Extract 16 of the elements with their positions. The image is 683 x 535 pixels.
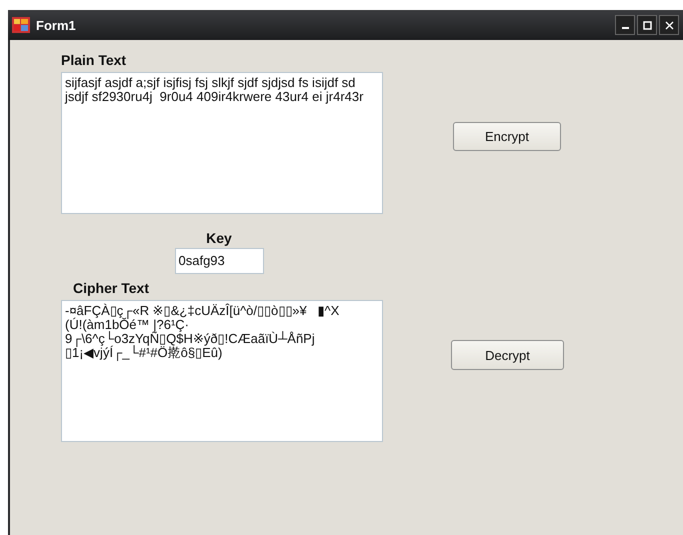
- cipher-text-label: Cipher Text: [73, 280, 150, 296]
- close-icon: [664, 20, 674, 30]
- close-button[interactable]: [659, 15, 679, 35]
- minimize-icon: [622, 27, 628, 29]
- decrypt-button[interactable]: Decrypt: [451, 340, 564, 370]
- maximize-icon: [642, 20, 652, 30]
- window-title: Form1: [36, 18, 76, 32]
- minimize-button[interactable]: [615, 15, 635, 35]
- key-label: Key: [206, 230, 232, 246]
- maximize-button[interactable]: [637, 15, 657, 35]
- form-icon: [12, 17, 30, 33]
- cipher-text-field[interactable]: -¤âFÇÀ▯ç┌«R ※▯&¿‡cUÄzÎ[ü^ò/▯▯ò▯▯»¥ ▮^X (Ú!(àm1bŎé™ |?6¹Ç· 9┌\6^ç└o3zYqÑ▯Q$H※ýð▯!CÆaãïÙ┴ÅñPj ▯1¡◀vjýÍ┌_└#¹#Ö㨴ô§▯Eû): [61, 300, 383, 442]
- encrypt-button[interactable]: Encrypt: [453, 122, 561, 151]
- plain-text-field[interactable]: sijfasjf asjdf a;sjf isjfisj fsj slkjf sjdf sjdjsd fs isijdf sd jsdjf sf2930ru4j 9r0u4 409ir4krwere 43ur4 ei jr4r43r: [61, 72, 383, 214]
- key-field[interactable]: 0safg93: [174, 248, 264, 274]
- plain-text-label: Plain Text: [61, 52, 128, 68]
